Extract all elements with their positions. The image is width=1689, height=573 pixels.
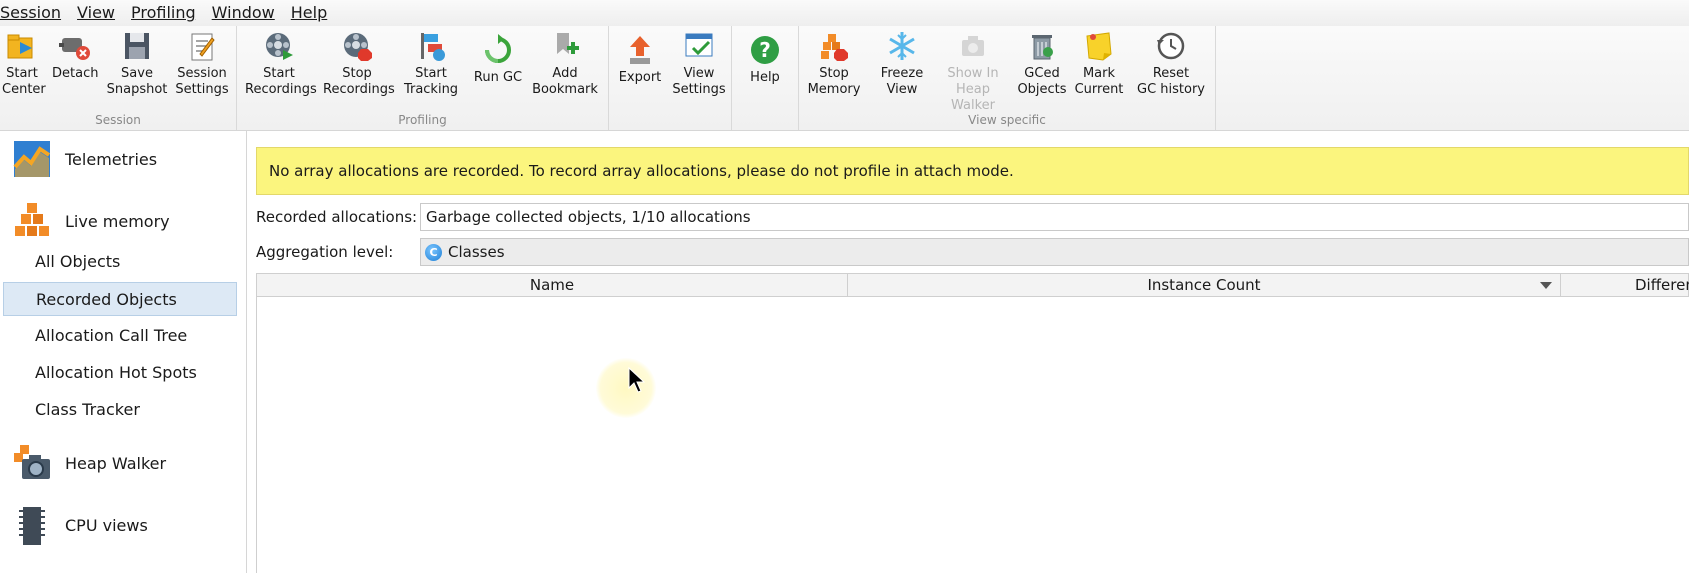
allocation-table-body[interactable] (256, 297, 1689, 573)
class-icon: C (425, 243, 442, 261)
column-header-name[interactable]: Name (257, 274, 848, 296)
sidebar: Telemetries Live memory All Objects Reco… (0, 131, 247, 573)
toolbar-group-profiling: Start Recordings Stop Recordings Start T… (237, 26, 609, 130)
sidebar-label-telemetries: Telemetries (65, 149, 158, 169)
add-bookmark-icon (557, 33, 579, 54)
warning-banner: No array allocations are recorded. To re… (256, 147, 1689, 195)
column-header-instance-count-label: Instance Count (1147, 276, 1261, 294)
sidebar-item-class-tracker[interactable]: Class Tracker (3, 393, 237, 427)
cpu-views-icon (19, 507, 45, 545)
help-button[interactable]: ? Help (740, 32, 790, 86)
toolbar-group-view-specific: Stop Memory Freeze View Show In Heap Wal… (799, 26, 1216, 130)
session-settings-icon (191, 33, 215, 61)
sidebar-item-cpu-views[interactable]: CPU views (0, 497, 246, 553)
sidebar-item-telemetries[interactable]: Telemetries (0, 131, 246, 187)
export-button[interactable]: Export (615, 32, 665, 86)
sidebar-label-live-memory: Live memory (65, 211, 170, 231)
show-in-heap-walker-button[interactable]: Show In Heap Walker (937, 28, 1009, 114)
aggregation-level-label: Aggregation level: (256, 243, 394, 261)
toolbar-group-session: Start Center Detach Save Snapshot Sessio… (0, 26, 237, 130)
view-settings-icon (685, 33, 713, 57)
view-settings-button[interactable]: View Settings (671, 28, 727, 98)
live-memory-icon (15, 203, 49, 236)
recorded-allocations-label: Recorded allocations: (256, 208, 418, 226)
start-tracking-icon (421, 33, 445, 61)
sidebar-item-all-objects[interactable]: All Objects (3, 245, 237, 279)
start-tracking-button[interactable]: Start Tracking (401, 28, 461, 98)
sidebar-item-allocation-call-tree[interactable]: Allocation Call Tree (3, 319, 237, 353)
stop-memory-icon (821, 34, 848, 61)
menu-window[interactable]: Window (212, 0, 275, 26)
group-label-profiling: Profiling (398, 113, 447, 127)
start-recordings-button[interactable]: Start Recordings (245, 28, 317, 98)
help-icon: ? (751, 36, 779, 64)
reset-gc-history-button[interactable]: Reset GC history (1133, 28, 1209, 98)
table-header: Name Instance Count Difference (256, 273, 1689, 297)
detach-icon (59, 38, 90, 60)
aggregation-level-value: Classes (448, 243, 505, 261)
sidebar-item-allocation-hot-spots[interactable]: Allocation Hot Spots (3, 356, 237, 390)
sidebar-label-cpu-views: CPU views (65, 515, 148, 535)
session-settings-button[interactable]: Session Settings (172, 28, 232, 98)
telemetries-icon (13, 141, 51, 177)
save-snapshot-button[interactable]: Save Snapshot (106, 28, 168, 98)
camera-icon (962, 36, 984, 56)
freeze-view-button[interactable]: Freeze View (873, 28, 931, 98)
sidebar-item-heap-walker[interactable]: Heap Walker (0, 435, 246, 491)
history-icon (1157, 32, 1185, 60)
gced-objects-button[interactable]: GCed Objects (1017, 28, 1067, 98)
menu-profiling[interactable]: Profiling (131, 0, 196, 26)
save-icon (125, 33, 149, 59)
toolbar-group-export: Export View Settings (609, 26, 732, 130)
stop-recordings-button[interactable]: Stop Recordings (323, 28, 395, 98)
run-gc-icon (485, 34, 511, 63)
menu-bar: Session View Profiling Window Help (0, 0, 1689, 26)
add-bookmark-button[interactable]: Add Bookmark (531, 28, 599, 98)
aggregation-level-select[interactable]: C Classes (420, 238, 1689, 266)
mouse-cursor-icon (628, 367, 646, 393)
group-label-session: Session (95, 113, 141, 127)
detach-button[interactable]: Detach (52, 28, 98, 82)
stop-memory-button[interactable]: Stop Memory (803, 28, 865, 98)
sticky-note-icon (1086, 32, 1112, 61)
stop-recordings-icon (344, 33, 372, 61)
start-center-icon (7, 34, 33, 59)
toolbar: Start Center Detach Save Snapshot Sessio… (0, 26, 1689, 131)
start-recordings-icon (266, 33, 293, 60)
main-panel: No array allocations are recorded. To re… (250, 131, 1689, 573)
trash-icon (1032, 35, 1053, 60)
heap-walker-icon (14, 445, 50, 479)
sidebar-label-heap-walker: Heap Walker (65, 453, 167, 473)
cursor-highlight (596, 358, 656, 418)
column-header-difference[interactable]: Difference (1561, 274, 1689, 296)
start-center-button[interactable]: Start Center (2, 28, 46, 98)
mark-current-button[interactable]: Mark Current (1071, 28, 1127, 98)
column-header-instance-count[interactable]: Instance Count (848, 274, 1561, 296)
sort-descending-icon (1540, 282, 1552, 289)
menu-help[interactable]: Help (291, 0, 327, 26)
group-label-view-specific: View specific (968, 113, 1046, 127)
menu-view[interactable]: View (77, 0, 115, 26)
sidebar-item-recorded-objects[interactable]: Recorded Objects (3, 282, 237, 316)
svg-text:?: ? (759, 38, 771, 62)
snowflake-icon (889, 32, 915, 60)
run-gc-button[interactable]: Run GC (471, 32, 525, 86)
sidebar-item-live-memory[interactable]: Live memory (0, 193, 246, 249)
menu-session[interactable]: Session (0, 0, 61, 26)
recorded-allocations-field: Garbage collected objects, 1/10 allocati… (420, 203, 1689, 231)
export-icon (630, 36, 650, 64)
toolbar-group-help: ? Help (732, 26, 799, 130)
